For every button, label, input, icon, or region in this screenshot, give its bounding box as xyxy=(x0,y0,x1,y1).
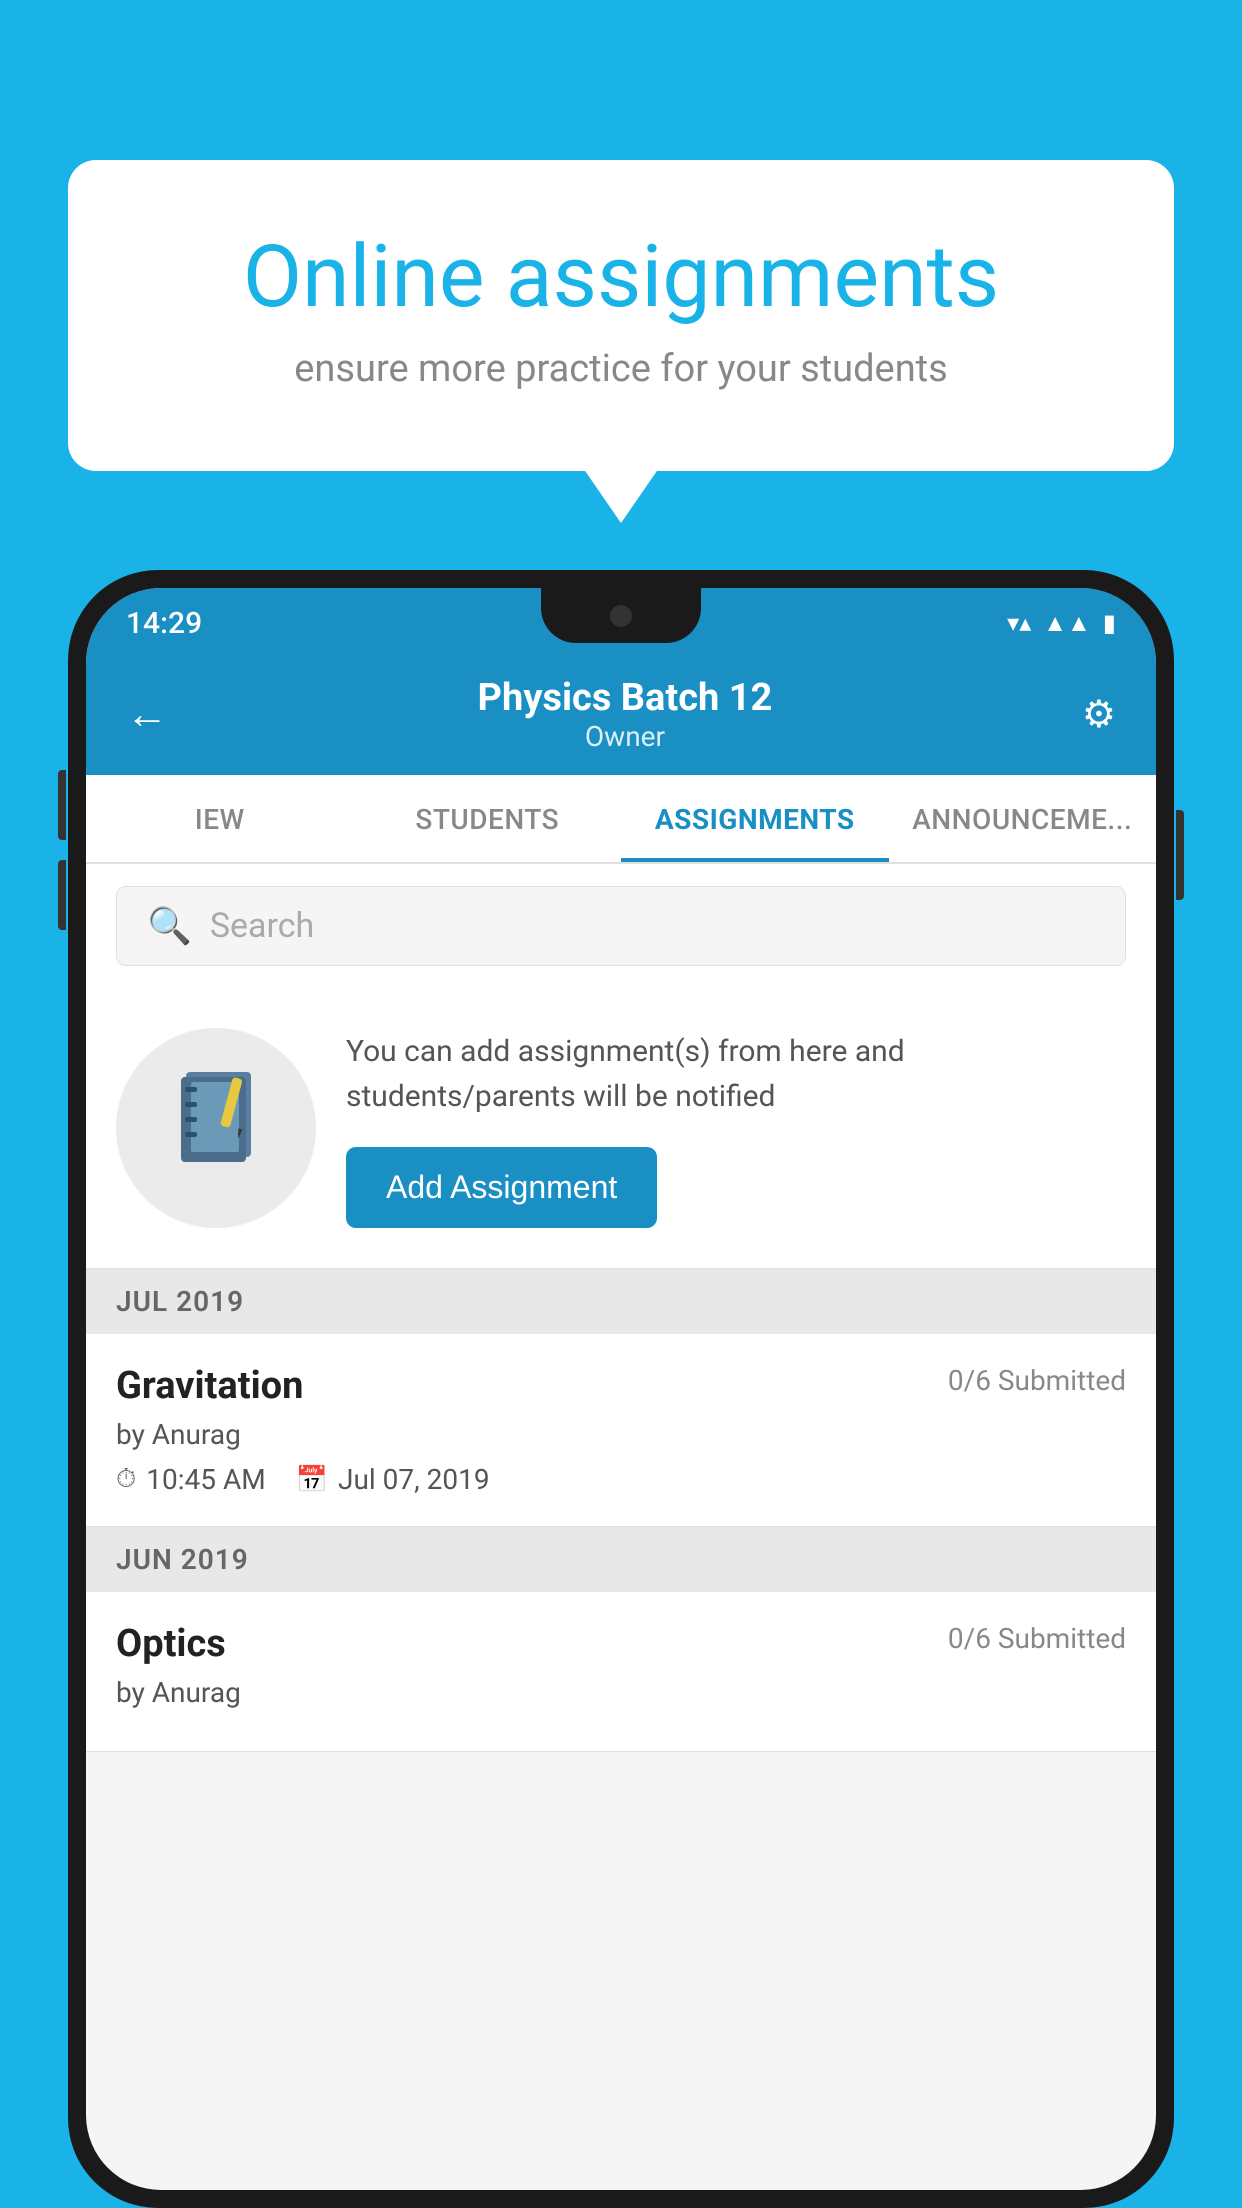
power-button xyxy=(1176,810,1184,900)
signal-icon: ▲▲ xyxy=(1043,609,1091,638)
tab-students[interactable]: STUDENTS xyxy=(354,775,622,862)
tabs-bar: IEW STUDENTS ASSIGNMENTS ANNOUNCEME... xyxy=(86,775,1156,864)
assignment-by-optics: by Anurag xyxy=(116,1676,1126,1709)
search-icon: 🔍 xyxy=(147,905,192,947)
bubble-title: Online assignments xyxy=(148,230,1094,325)
assignment-row-top: Gravitation 0/6 Submitted xyxy=(116,1364,1126,1408)
calendar-icon: 📅 xyxy=(296,1465,328,1495)
assignment-name-optics: Optics xyxy=(116,1622,226,1666)
search-box[interactable]: 🔍 Search xyxy=(116,886,1126,966)
status-icons: ▾▴ ▲▲ ▮ xyxy=(1007,609,1116,638)
promo-text: You can add assignment(s) from here and … xyxy=(346,1029,1126,1119)
search-placeholder: Search xyxy=(210,906,314,946)
batch-title: Physics Batch 12 xyxy=(478,676,773,720)
assignment-name-gravitation: Gravitation xyxy=(116,1364,303,1408)
phone-device: 14:29 ▾▴ ▲▲ ▮ ← Physics Batch 12 Owner ⚙ xyxy=(68,570,1174,2208)
phone-screen: 14:29 ▾▴ ▲▲ ▮ ← Physics Batch 12 Owner ⚙ xyxy=(86,588,1156,2190)
date-meta: 📅 Jul 07, 2019 xyxy=(296,1463,490,1496)
app-header: ← Physics Batch 12 Owner ⚙ xyxy=(86,658,1156,775)
status-time: 14:29 xyxy=(126,606,202,641)
search-container: 🔍 Search xyxy=(86,864,1156,988)
header-title-group: Physics Batch 12 Owner xyxy=(478,676,773,753)
back-button[interactable]: ← xyxy=(126,690,168,739)
tab-iew[interactable]: IEW xyxy=(86,775,354,862)
section-header-jun: JUN 2019 xyxy=(86,1527,1156,1592)
assignment-by-gravitation: by Anurag xyxy=(116,1418,1126,1451)
assignment-date: Jul 07, 2019 xyxy=(338,1463,490,1496)
wifi-icon: ▾▴ xyxy=(1007,609,1031,637)
assignment-time: 10:45 AM xyxy=(146,1463,265,1496)
assignment-submitted-gravitation: 0/6 Submitted xyxy=(948,1364,1126,1397)
tab-announcements[interactable]: ANNOUNCEME... xyxy=(889,775,1157,862)
time-meta: ⏱ 10:45 AM xyxy=(116,1463,266,1496)
phone-outer: 14:29 ▾▴ ▲▲ ▮ ← Physics Batch 12 Owner ⚙ xyxy=(68,570,1174,2208)
assignment-meta-gravitation: ⏱ 10:45 AM 📅 Jul 07, 2019 xyxy=(116,1463,1126,1496)
assignment-row-top-optics: Optics 0/6 Submitted xyxy=(116,1622,1126,1666)
tab-assignments[interactable]: ASSIGNMENTS xyxy=(621,775,889,862)
settings-icon[interactable]: ⚙ xyxy=(1082,692,1116,737)
notch xyxy=(541,588,701,643)
assignment-gravitation[interactable]: Gravitation 0/6 Submitted by Anurag ⏱ 10… xyxy=(86,1334,1156,1527)
clock-icon: ⏱ xyxy=(116,1464,136,1495)
assignment-optics[interactable]: Optics 0/6 Submitted by Anurag xyxy=(86,1592,1156,1752)
promo-right: You can add assignment(s) from here and … xyxy=(346,1029,1126,1228)
speech-bubble-wrapper: Online assignments ensure more practice … xyxy=(68,160,1174,471)
section-header-jul: JUL 2019 xyxy=(86,1269,1156,1334)
assignment-submitted-optics: 0/6 Submitted xyxy=(948,1622,1126,1655)
speech-bubble: Online assignments ensure more practice … xyxy=(68,160,1174,471)
promo-section: You can add assignment(s) from here and … xyxy=(86,988,1156,1269)
notebook-icon xyxy=(171,1067,261,1189)
bubble-subtitle: ensure more practice for your students xyxy=(148,347,1094,391)
promo-icon-circle xyxy=(116,1028,316,1228)
status-bar: 14:29 ▾▴ ▲▲ ▮ xyxy=(86,588,1156,658)
volume-down-button xyxy=(58,860,66,930)
batch-role: Owner xyxy=(478,720,773,753)
battery-icon: ▮ xyxy=(1103,609,1116,637)
add-assignment-button[interactable]: Add Assignment xyxy=(346,1147,657,1228)
volume-up-button xyxy=(58,770,66,840)
camera xyxy=(610,605,632,627)
